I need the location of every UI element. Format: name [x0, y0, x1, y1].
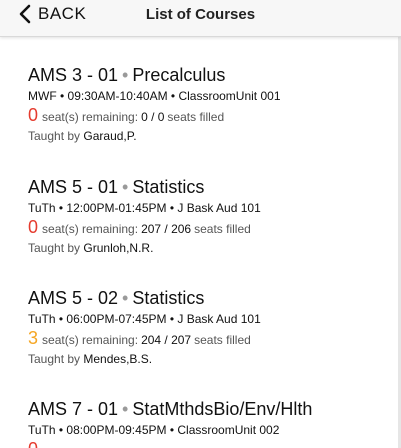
seats-remaining-count: 0: [28, 217, 39, 237]
course-schedule: MWF • 09:30AM-10:40AM • ClassroomUnit 00…: [28, 89, 281, 103]
course-title: AMS 5 - 02 • Statistics: [28, 287, 388, 309]
seats-filled-label: seats filled: [194, 222, 251, 236]
seats-filled-label: seats filled: [194, 333, 251, 347]
title-separator: •: [122, 288, 129, 308]
course-code: AMS 5 - 01: [28, 177, 119, 197]
seats-remaining-label: seat(s) remaining:: [42, 222, 139, 236]
taught-by-label: Taught by: [28, 129, 81, 143]
title-separator: •: [122, 65, 129, 85]
taught-by-label: Taught by: [28, 352, 81, 366]
course-schedule: TuTh • 08:00PM-09:45PM • ClassroomUnit 0…: [28, 423, 280, 437]
course-title: AMS 5 - 01 • Statistics: [28, 176, 388, 198]
course-code: AMS 7 - 01: [28, 399, 119, 419]
course-name: Precalculus: [132, 65, 226, 85]
seats-info: 0: [28, 439, 388, 448]
course-name: Statistics: [132, 177, 205, 197]
seats-info: 0 seat(s) remaining: 0 / 0 seats filled: [28, 105, 388, 127]
course-item[interactable]: AMS 7 - 01 • StatMthdsBio/Env/Hlth TuTh • …: [28, 398, 388, 448]
nav-header: BACK List of Courses: [0, 0, 401, 37]
seats-remaining-label: seat(s) remaining:: [42, 333, 139, 347]
title-separator: •: [122, 399, 129, 419]
instructor-name: Grunloh,N.R.: [83, 241, 154, 255]
instructor-name: Mendes,B.S.: [83, 352, 153, 366]
course-item[interactable]: AMS 5 - 01 • Statistics TuTh • 12:00PM-01:…: [28, 176, 388, 256]
seats-info: 3 seat(s) remaining: 204 / 207 seats fil…: [28, 328, 388, 350]
seats-filled-count: 204 / 207: [141, 333, 192, 347]
seats-remaining-count: 0: [28, 439, 38, 448]
seats-filled-count: 0 / 0: [141, 110, 165, 124]
course-name: StatMthdsBio/Env/Hlth: [132, 399, 313, 419]
title-separator: •: [122, 177, 129, 197]
course-code: AMS 5 - 02: [28, 288, 119, 308]
seats-remaining-count: 3: [28, 328, 39, 348]
seats-filled-label: seats filled: [167, 110, 225, 124]
instructor-line: Taught by Garaud,P.: [28, 128, 388, 144]
seats-remaining-label: seat(s) remaining:: [42, 110, 139, 124]
seats-remaining-count: 0: [28, 105, 39, 125]
course-code: AMS 3 - 01: [28, 65, 119, 85]
course-item[interactable]: AMS 3 - 01 • Precalculus MWF • 09:30AM-10:…: [28, 64, 388, 144]
course-item[interactable]: AMS 5 - 02 • Statistics TuTh • 06:00PM-07:…: [28, 287, 388, 367]
seats-info: 0 seat(s) remaining: 207 / 206 seats fil…: [28, 217, 388, 239]
instructor-line: Taught by Mendes,B.S.: [28, 351, 388, 367]
course-schedule: TuTh • 06:00PM-07:45PM • J Bask Aud 101: [28, 312, 261, 326]
page-title: List of Courses: [145, 6, 256, 23]
seats-filled-count: 207 / 206: [141, 222, 192, 236]
instructor-name: Garaud,P.: [83, 129, 137, 143]
course-schedule: TuTh • 12:00PM-01:45PM • J Bask Aud 101: [28, 201, 261, 215]
course-title: AMS 7 - 01 • StatMthdsBio/Env/Hlth: [28, 398, 388, 420]
taught-by-label: Taught by: [28, 241, 81, 255]
course-name: Statistics: [132, 288, 205, 308]
course-title: AMS 3 - 01 • Precalculus: [28, 64, 388, 86]
instructor-line: Taught by Grunloh,N.R.: [28, 240, 388, 256]
